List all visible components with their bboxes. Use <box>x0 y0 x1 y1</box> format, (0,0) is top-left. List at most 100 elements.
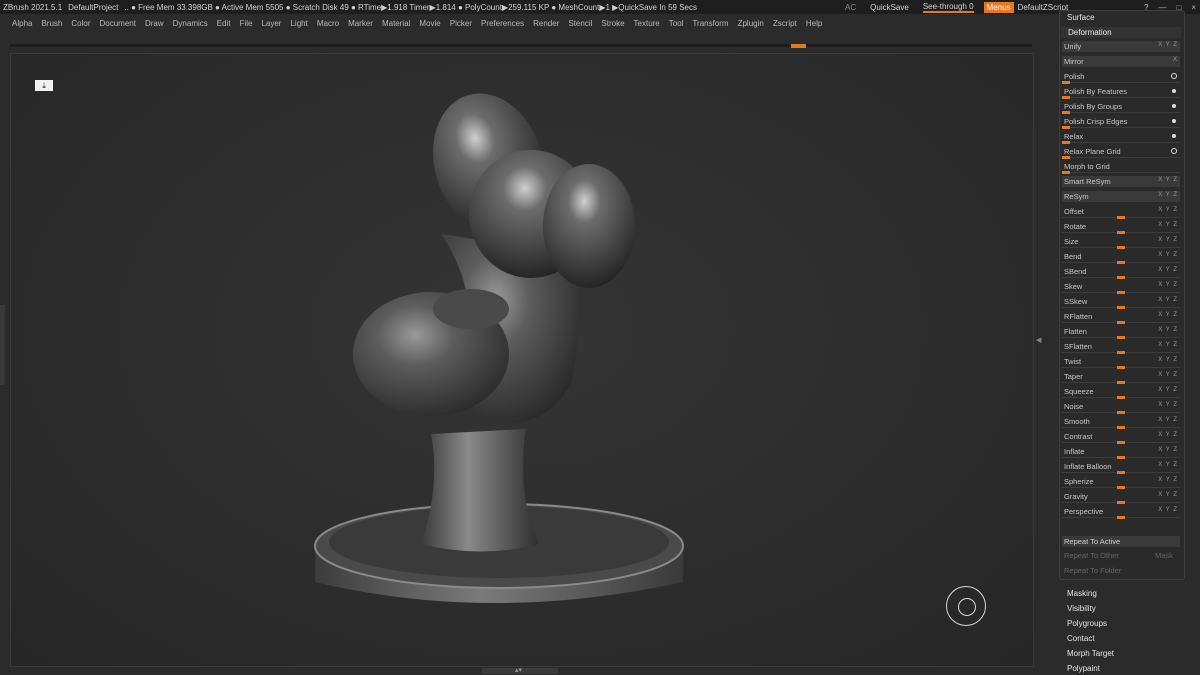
menu-stroke[interactable]: Stroke <box>601 19 624 28</box>
axis-toggle-icon[interactable]: X Y Z <box>1158 507 1178 513</box>
axis-toggle-icon[interactable]: X Y Z <box>1158 192 1178 198</box>
menu-zplugin[interactable]: Zplugin <box>738 19 764 28</box>
slider-offset[interactable]: Offset X Y Z <box>1062 206 1180 219</box>
slider-knob[interactable] <box>1117 486 1125 489</box>
navigation-gizmo[interactable] <box>946 586 986 626</box>
axis-toggle-icon[interactable]: X Y Z <box>1158 447 1178 453</box>
subpalette-visibility[interactable]: Visibility <box>1067 604 1096 613</box>
quicksave-button[interactable]: QuickSave <box>870 3 909 12</box>
axis-toggle-icon[interactable]: X Y Z <box>1158 432 1178 438</box>
button-unify[interactable]: Unify X Y Z <box>1062 41 1180 52</box>
axis-toggle-icon[interactable]: X Y Z <box>1158 342 1178 348</box>
slider-knob[interactable] <box>1117 261 1125 264</box>
menu-brush[interactable]: Brush <box>41 19 62 28</box>
slider-relax-plane-grid[interactable]: Relax Plane Grid <box>1062 146 1180 159</box>
menu-render[interactable]: Render <box>533 19 559 28</box>
button-resym[interactable]: ReSym X Y Z <box>1062 191 1180 202</box>
axis-toggle-icon[interactable]: X Y Z <box>1158 282 1178 288</box>
dot-toggle-icon[interactable] <box>1172 104 1176 108</box>
menu-alpha[interactable]: Alpha <box>12 19 32 28</box>
menu-texture[interactable]: Texture <box>634 19 660 28</box>
menu-tool[interactable]: Tool <box>669 19 684 28</box>
slider-knob[interactable] <box>1117 276 1125 279</box>
subpalette-polypaint[interactable]: Polypaint <box>1067 664 1100 673</box>
axis-toggle-icon[interactable]: X Y Z <box>1158 357 1178 363</box>
axis-toggle-icon[interactable]: X Y Z <box>1158 462 1178 468</box>
slider-noise[interactable]: Noise X Y Z <box>1062 401 1180 414</box>
menu-macro[interactable]: Macro <box>317 19 339 28</box>
axis-toggle-icon[interactable]: X Y Z <box>1158 327 1178 333</box>
deformation-header[interactable]: Deformation <box>1061 27 1181 38</box>
slider-knob[interactable] <box>1117 321 1125 324</box>
menu-zscript[interactable]: Zscript <box>773 19 797 28</box>
slider-polish-by-features[interactable]: Polish By Features <box>1062 86 1180 99</box>
slider-knob[interactable] <box>1062 156 1070 159</box>
menu-file[interactable]: File <box>240 19 253 28</box>
slider-skew[interactable]: Skew X Y Z <box>1062 281 1180 294</box>
menu-color[interactable]: Color <box>71 19 90 28</box>
slider-knob[interactable] <box>1062 141 1070 144</box>
axis-toggle-icon[interactable]: X Y Z <box>1158 42 1178 48</box>
circle-toggle-icon[interactable] <box>1171 73 1177 79</box>
slider-knob[interactable] <box>1117 516 1125 519</box>
repeat-to-other-button[interactable]: Repeat To Other <box>1064 551 1119 560</box>
axis-toggle-icon[interactable]: X Y Z <box>1158 267 1178 273</box>
slider-contrast[interactable]: Contrast X Y Z <box>1062 431 1180 444</box>
button-smart-resym[interactable]: Smart ReSym X Y Z <box>1062 176 1180 187</box>
menu-document[interactable]: Document <box>100 19 136 28</box>
slider-twist[interactable]: Twist X Y Z <box>1062 356 1180 369</box>
subpalette-masking[interactable]: Masking <box>1067 589 1097 598</box>
axis-toggle-icon[interactable]: X Y Z <box>1158 402 1178 408</box>
slider-knob[interactable] <box>1117 366 1125 369</box>
axis-toggle-icon[interactable]: X Y Z <box>1158 222 1178 228</box>
slider-knob[interactable] <box>1117 351 1125 354</box>
menu-layer[interactable]: Layer <box>261 19 281 28</box>
repeat-to-folder-button[interactable]: Repeat To Folder <box>1064 566 1121 575</box>
slider-track[interactable] <box>1062 97 1180 98</box>
slider-knob[interactable] <box>1062 171 1070 174</box>
slider-track[interactable] <box>1062 142 1180 143</box>
slider-rflatten[interactable]: RFlatten X Y Z <box>1062 311 1180 324</box>
menu-picker[interactable]: Picker <box>450 19 472 28</box>
slider-track[interactable] <box>1062 82 1180 83</box>
slider-taper[interactable]: Taper X Y Z <box>1062 371 1180 384</box>
mask-button[interactable]: Mask <box>1155 551 1173 560</box>
axis-toggle-icon[interactable]: X Y Z <box>1158 312 1178 318</box>
axis-toggle-icon[interactable]: X Y Z <box>1158 492 1178 498</box>
slider-track[interactable] <box>1062 127 1180 128</box>
axis-toggle-icon[interactable]: X Y Z <box>1158 237 1178 243</box>
subpalette-morph-target[interactable]: Morph Target <box>1067 649 1114 658</box>
slider-knob[interactable] <box>1062 96 1070 99</box>
slider-knob[interactable] <box>1117 381 1125 384</box>
menu-stencil[interactable]: Stencil <box>568 19 592 28</box>
axis-toggle-icon[interactable]: X Y Z <box>1158 477 1178 483</box>
document-canvas[interactable]: ⤓ <box>10 53 1034 667</box>
slider-knob[interactable] <box>1062 81 1070 84</box>
axis-toggle-icon[interactable]: X Y Z <box>1158 417 1178 423</box>
axis-toggle-icon[interactable]: X Y Z <box>1158 372 1178 378</box>
slider-bend[interactable]: Bend X Y Z <box>1062 251 1180 264</box>
slider-flatten[interactable]: Flatten X Y Z <box>1062 326 1180 339</box>
menu-movie[interactable]: Movie <box>419 19 440 28</box>
close-icon[interactable]: × <box>1191 3 1196 12</box>
slider-knob[interactable] <box>1117 216 1125 219</box>
slider-knob[interactable] <box>1117 441 1125 444</box>
button-mirror[interactable]: Mirror X <box>1062 56 1180 67</box>
dot-toggle-icon[interactable] <box>1172 134 1176 138</box>
slider-polish-by-groups[interactable]: Polish By Groups <box>1062 101 1180 114</box>
slider-gravity[interactable]: Gravity X Y Z <box>1062 491 1180 504</box>
slider-knob[interactable] <box>1117 426 1125 429</box>
slider-knob[interactable] <box>1062 111 1070 114</box>
slider-polish[interactable]: Polish <box>1062 71 1180 84</box>
dot-toggle-icon[interactable] <box>1172 89 1176 93</box>
axis-toggle-icon[interactable]: X <box>1173 57 1178 63</box>
menu-transform[interactable]: Transform <box>692 19 728 28</box>
slider-inflate[interactable]: Inflate X Y Z <box>1062 446 1180 459</box>
slider-knob[interactable] <box>1117 456 1125 459</box>
slider-polish-crisp-edges[interactable]: Polish Crisp Edges <box>1062 116 1180 129</box>
menu-edit[interactable]: Edit <box>217 19 231 28</box>
slider-knob[interactable] <box>1117 336 1125 339</box>
axis-toggle-icon[interactable]: X Y Z <box>1158 177 1178 183</box>
slider-knob[interactable] <box>1062 126 1070 129</box>
slider-knob[interactable] <box>1117 231 1125 234</box>
